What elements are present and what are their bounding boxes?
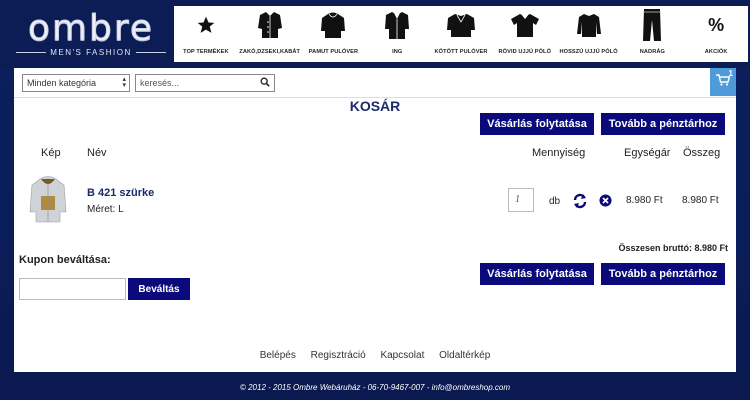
category-select[interactable]: Minden kategória ▴ ▾: [22, 74, 130, 92]
tshirt-icon: [510, 6, 540, 44]
sweater-icon: [446, 6, 476, 44]
category-top-products[interactable]: TOP TERMÉKEK: [174, 6, 238, 62]
shirt-icon: [384, 6, 410, 44]
search-input[interactable]: keresés...: [135, 74, 275, 92]
checkout-button-top[interactable]: Tovább a pénztárhoz: [601, 113, 725, 135]
longsleeve-icon: [576, 6, 602, 44]
product-size: Méret: L: [87, 204, 124, 215]
category-cotton-pullover[interactable]: PAMUT PULÓVER: [302, 6, 366, 62]
trousers-icon: [642, 6, 662, 44]
remove-icon[interactable]: [599, 194, 612, 212]
unit-price: 8.980 Ft: [626, 195, 663, 206]
category-nav: TOP TERMÉKEK ZAKÓ,DZSEKI,KABÁT PAMUT PUL…: [174, 6, 748, 62]
footer-link-register[interactable]: Regisztráció: [311, 350, 366, 361]
col-header-quantity: Mennyiség: [532, 147, 586, 159]
quantity-unit: db: [549, 196, 561, 207]
category-sales[interactable]: % AKCIÓK: [684, 6, 748, 62]
copyright: © 2012 - 2015 Ombre Webáruház - 06-70-94…: [239, 383, 510, 392]
product-name-link[interactable]: B 421 szürke: [87, 187, 154, 199]
search-bar: Minden kategória ▴ ▾ keresés... 1: [14, 68, 736, 98]
col-header-image: Kép: [41, 147, 61, 159]
star-icon: [196, 6, 216, 44]
coupon-input[interactable]: [19, 278, 126, 300]
redeem-button[interactable]: Beváltás: [128, 278, 190, 300]
cart-button[interactable]: 1: [710, 68, 736, 96]
product-image[interactable]: [28, 174, 68, 224]
col-header-unit-price: Egységár: [624, 147, 671, 159]
col-header-sum: Összeg: [683, 147, 721, 159]
logo[interactable]: ombre MEN'S FASHION: [12, 8, 170, 60]
category-shirt[interactable]: ING: [365, 6, 429, 62]
category-jackets[interactable]: ZAKÓ,DZSEKI,KABÁT: [238, 6, 302, 62]
cart-content: KOSÁR Vásárlás folytatása Tovább a pénzt…: [14, 98, 736, 372]
cart-count: 1: [728, 69, 733, 78]
jacket-icon: [257, 6, 283, 44]
select-arrows-icon: ▴ ▾: [122, 76, 126, 89]
row-sum: 8.980 Ft: [682, 195, 719, 206]
header: ombre MEN'S FASHION TOP TERMÉKEK ZAKÓ,DZ…: [0, 0, 750, 68]
checkout-button-bottom[interactable]: Tovább a pénztárhoz: [601, 263, 725, 285]
coupon-title: Kupon beváltása:: [19, 254, 111, 266]
quantity-input[interactable]: 1: [508, 188, 534, 212]
continue-shopping-button-top[interactable]: Vásárlás folytatása: [480, 113, 594, 135]
total-gross: Összesen bruttó: 8.980 Ft: [618, 243, 728, 253]
category-long-sleeve[interactable]: HOSSZÚ UJJÚ PÓLÓ: [557, 6, 621, 62]
category-trousers[interactable]: NADRÁG: [620, 6, 684, 62]
footer-links: Belépés Regisztráció Kapcsolat Oldaltérk…: [14, 350, 736, 361]
page-title: KOSÁR: [349, 98, 401, 114]
logo-tagline: MEN'S FASHION: [12, 48, 170, 57]
category-short-sleeve[interactable]: RÖVID UJJÚ PÓLÓ: [493, 6, 557, 62]
category-knitted-pullover[interactable]: KÖTÖTT PULÓVER: [429, 6, 493, 62]
logo-text: ombre: [27, 8, 155, 50]
hoodie-icon: [320, 6, 346, 44]
col-header-name: Név: [87, 147, 107, 159]
percent-icon: %: [708, 14, 725, 35]
footer-link-contact[interactable]: Kapcsolat: [380, 350, 424, 361]
footer-link-sitemap[interactable]: Oldaltérkép: [439, 350, 490, 361]
continue-shopping-button-bottom[interactable]: Vásárlás folytatása: [480, 263, 594, 285]
refresh-icon[interactable]: [572, 193, 588, 214]
footer-link-login[interactable]: Belépés: [260, 350, 296, 361]
search-icon[interactable]: [260, 77, 270, 89]
